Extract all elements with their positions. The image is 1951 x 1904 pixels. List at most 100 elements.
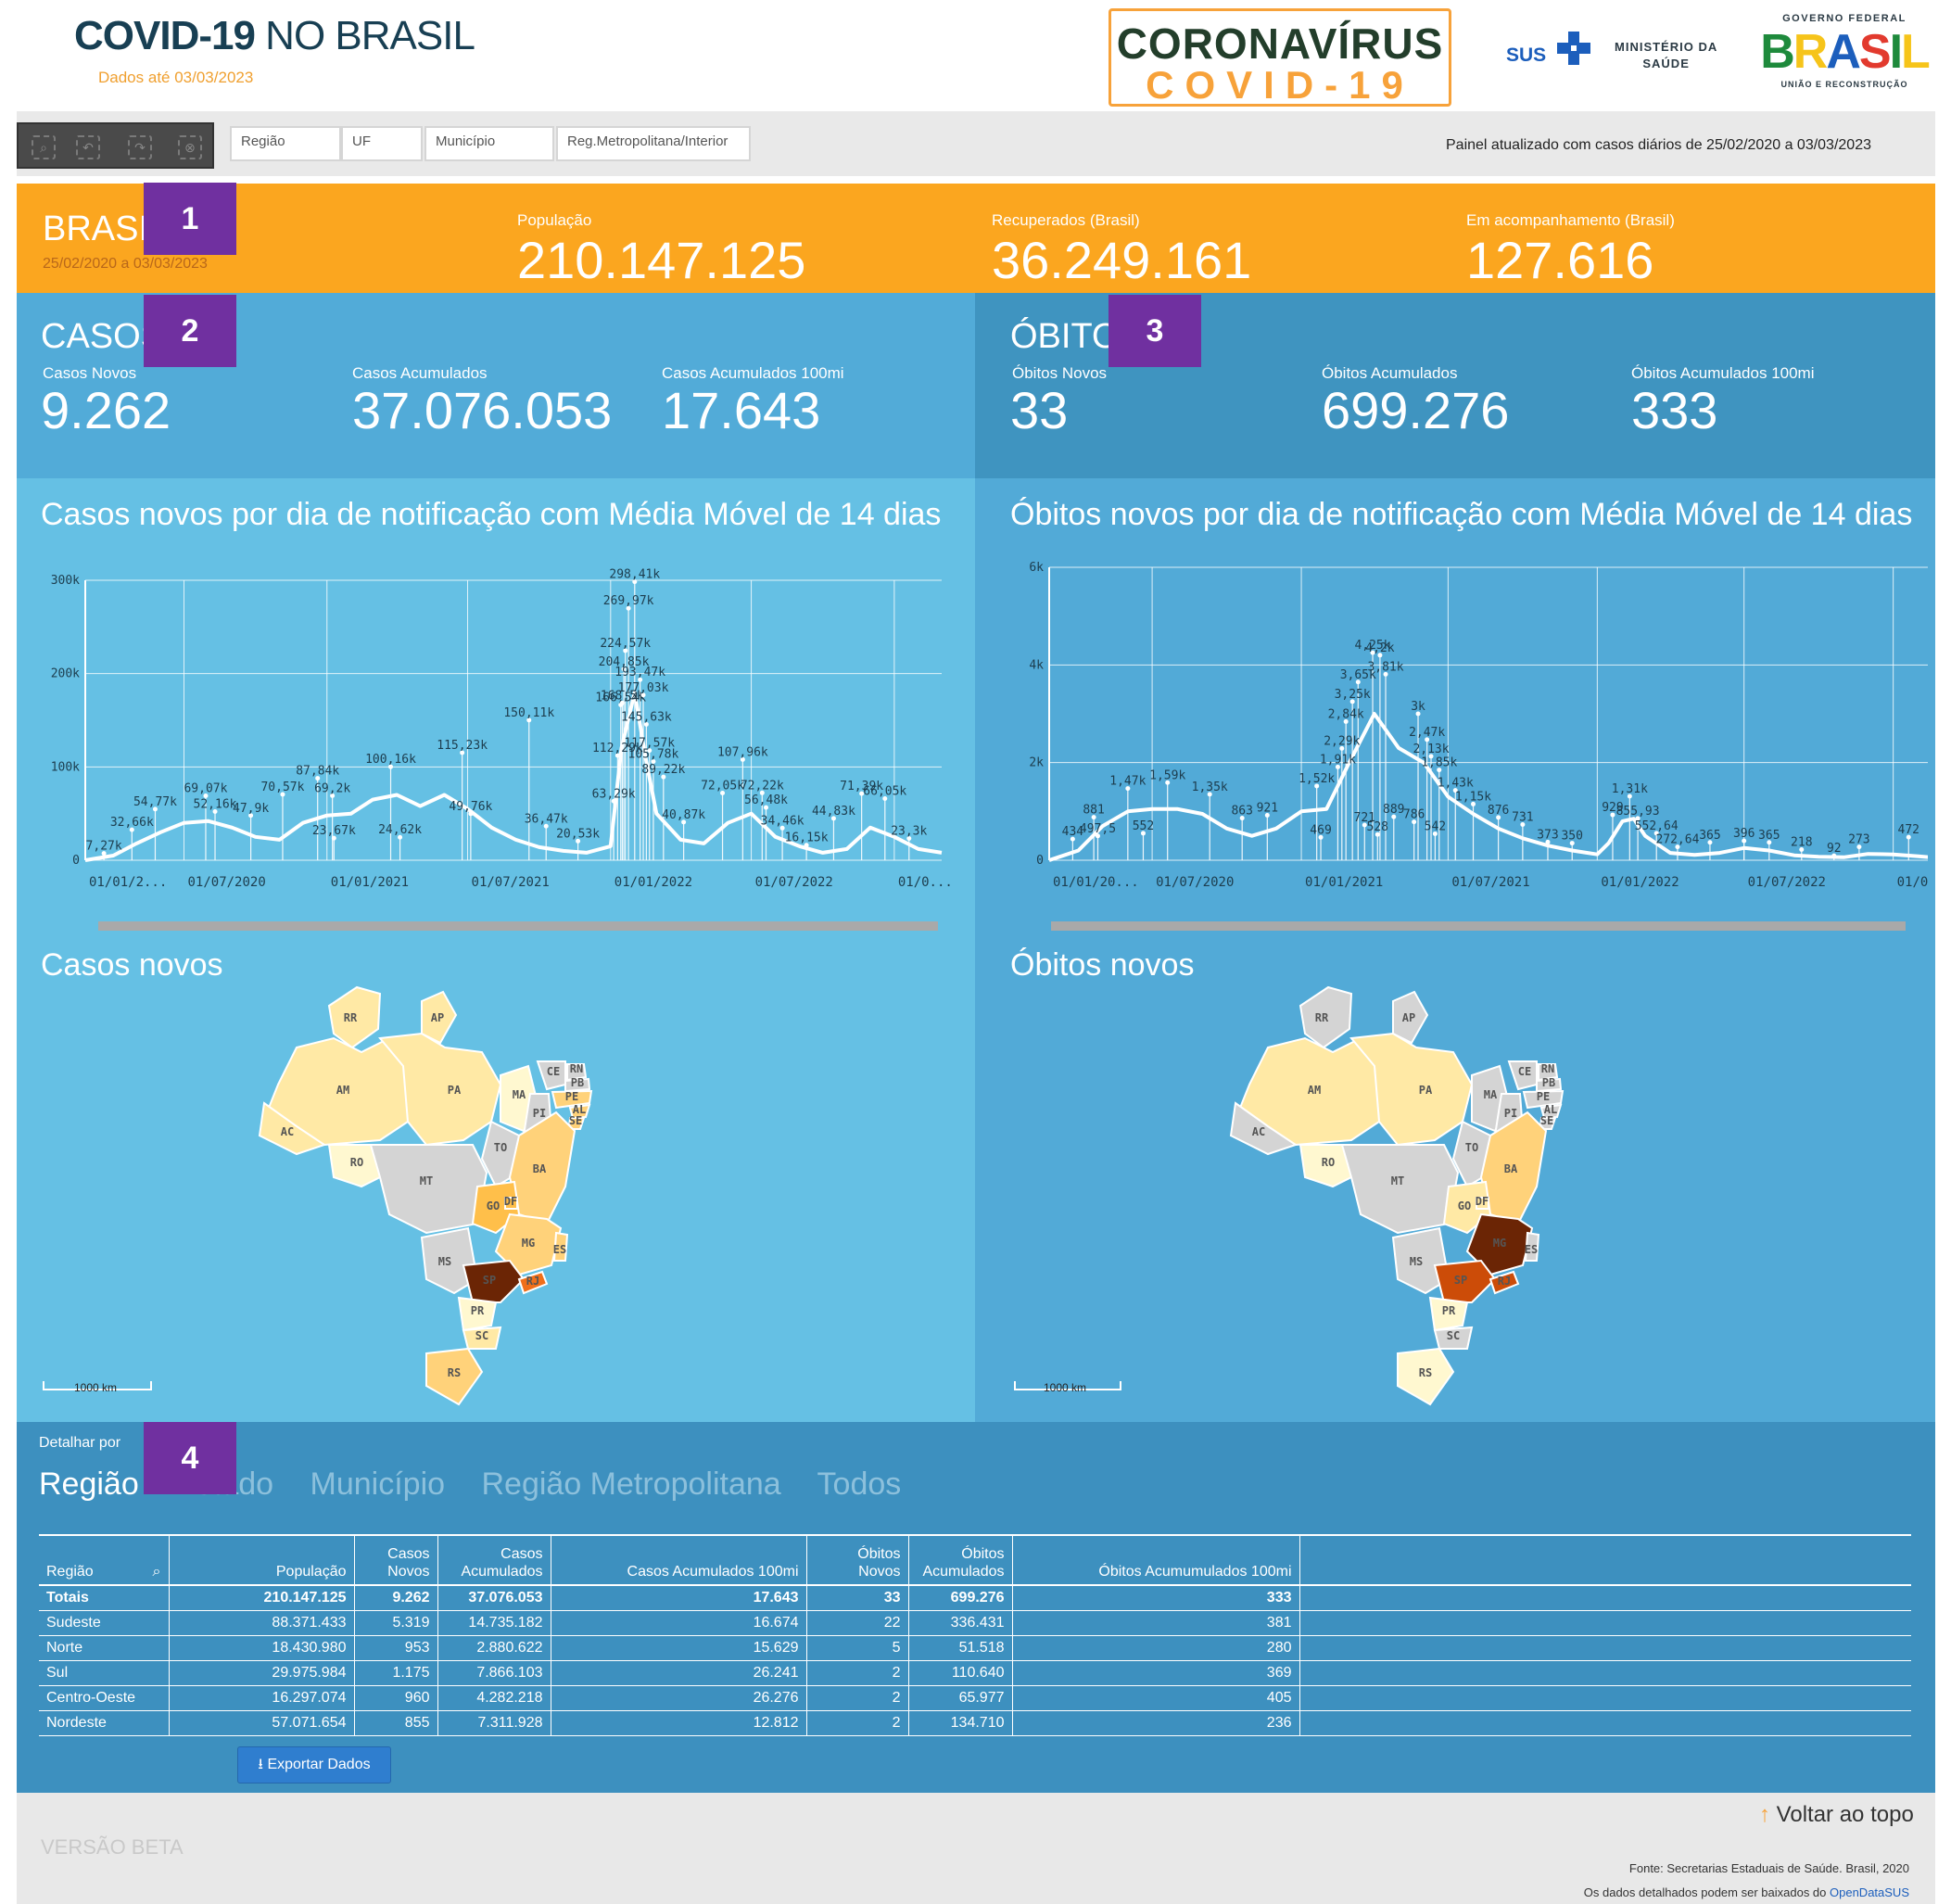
table-row[interactable]: Sul 29.975.984 1.175 7.866.103 26.241 2 110.64… — [39, 1660, 1911, 1686]
state-label-rr: RR — [344, 1011, 358, 1024]
tab-regiao[interactable]: Região — [39, 1466, 139, 1502]
opendatasus-link[interactable]: OpenDataSUS — [1830, 1885, 1909, 1899]
casos-novos-value: 9.262 — [41, 381, 171, 439]
state-label-mg: MG — [522, 1237, 535, 1250]
state-mt — [369, 1144, 488, 1235]
state-label-se: SE — [1540, 1114, 1553, 1127]
data-label: 365 — [1699, 829, 1720, 843]
casos-acum-value: 37.076.053 — [352, 381, 613, 439]
data-label: 72,05k — [701, 779, 744, 793]
y-tick-label: 4k — [1029, 658, 1044, 672]
badge-4: 4 — [144, 1422, 236, 1494]
x-tick-label: 01/07/2022 — [755, 875, 833, 890]
redo-icon[interactable]: ↷ — [128, 135, 152, 159]
col-casos-acumulados[interactable]: Casos Acumulados — [437, 1534, 551, 1586]
col-casos-novos[interactable]: Casos Novos — [354, 1534, 438, 1586]
table-cell: 15.629 — [551, 1635, 807, 1661]
filter-uf[interactable]: UF — [341, 126, 423, 161]
table-cell: 9.262 — [354, 1585, 438, 1611]
table-cell: 336.431 — [908, 1610, 1013, 1636]
state-label-pe: PE — [565, 1090, 578, 1103]
state-label-es: ES — [1525, 1243, 1538, 1256]
col-obitos-acum-100mi[interactable]: Óbitos Acumumulados 100mi — [1012, 1534, 1300, 1586]
data-label: 115,23k — [437, 739, 488, 753]
casos-line-chart[interactable]: 0 100k 200k 300k 01/01/2... 01/07/2020 01/01/2… — [37, 556, 964, 899]
table-cell: 960 — [354, 1685, 438, 1711]
filter-regiao[interactable]: Região — [230, 126, 341, 161]
state-label-ma: MA — [513, 1088, 526, 1101]
col-casos-acum-100mi[interactable]: Casos Acumulados 100mi — [551, 1534, 807, 1586]
table-cell: 12.812 — [551, 1710, 807, 1736]
state-label-go: GO — [487, 1200, 500, 1212]
tab-todos[interactable]: Todos — [817, 1466, 902, 1502]
table-row[interactable]: Sudeste 88.371.433 5.319 14.735.182 16.674 22… — [39, 1610, 1911, 1636]
col-obitos-acumulados[interactable]: Óbitos Acumulados — [908, 1534, 1013, 1586]
obitos-chart-title: Óbitos novos por dia de notificação com … — [1010, 497, 1913, 532]
data-label: 69,2k — [314, 781, 350, 795]
filter-reg-metropolitana[interactable]: Reg.Metropolitana/Interior — [556, 126, 751, 161]
detalhar-label: Detalhar por — [39, 1435, 121, 1451]
obitos-line-chart[interactable]: 0 2k 4k 6k 01/01/20... 01/07/2020 01/01/2021 01… — [1001, 556, 1928, 899]
data-label: 2,13k — [1413, 743, 1449, 756]
data-label: 881 — [1083, 804, 1104, 818]
table-cell-empty — [1299, 1710, 1911, 1736]
data-label: 44,83k — [812, 805, 855, 819]
selection-tools: ⌕ ↶ ↷ ⊗ — [17, 122, 214, 169]
table-cell: 65.977 — [908, 1685, 1013, 1711]
data-label: 876 — [1488, 804, 1509, 818]
data-label: 1,31k — [1612, 782, 1648, 796]
data-label: 218 — [1791, 836, 1812, 850]
table-cell: 14.735.182 — [437, 1610, 551, 1636]
data-label: 350 — [1561, 830, 1582, 844]
table-cell: 369 — [1012, 1660, 1300, 1686]
data-label: 497,5 — [1080, 822, 1116, 836]
x-tick-label: 01/07/2021 — [1451, 875, 1529, 890]
table-totals-row[interactable]: Totais 210.147.125 9.262 37.076.053 17.643 33… — [39, 1585, 1911, 1611]
table-cell: 381 — [1012, 1610, 1300, 1636]
badge-2: 2 — [144, 295, 236, 367]
casos-brazil-map[interactable]: RR APAM PA MACE RNPBPIPEALSEACROTOMTBAGO DFMG… — [241, 946, 686, 1409]
table-row[interactable]: Norte 18.430.980 953 2.880.622 15.629 5 51.518… — [39, 1635, 1911, 1661]
col-regiao[interactable]: Região ⌕ — [39, 1534, 170, 1586]
table-row[interactable]: Nordeste 57.071.654 855 7.311.928 12.812 2 134… — [39, 1710, 1911, 1736]
state-label-rr: RR — [1315, 1011, 1329, 1024]
voltar-ao-topo-link[interactable]: ↑ Voltar ao topo — [1759, 1802, 1914, 1828]
state-label-ma: MA — [1484, 1088, 1498, 1101]
table-cell: 7.866.103 — [437, 1660, 551, 1686]
table-cell: Totais — [39, 1585, 170, 1611]
obitos-chart-scrollbar[interactable] — [1051, 921, 1906, 931]
filter-municipio[interactable]: Município — [424, 126, 554, 161]
sus-cross-icon — [1557, 32, 1590, 65]
data-label: 731 — [1512, 811, 1533, 825]
recuperados-value: 36.249.161 — [992, 231, 1252, 289]
versao-beta: VERSÃO BETA — [41, 1835, 184, 1859]
table-row[interactable]: Centro-Oeste 16.297.074 960 4.282.218 26.276… — [39, 1685, 1911, 1711]
tab-regiao-metropolitana[interactable]: Região Metropolitana — [481, 1466, 780, 1502]
table-cell-empty — [1299, 1585, 1911, 1611]
x-tick-label: 01/01/2021 — [1305, 875, 1383, 890]
search-icon[interactable]: ⌕ — [153, 1563, 161, 1580]
casos-map-scale-label: 1000 km — [74, 1381, 118, 1394]
data-label: 47,9k — [233, 802, 269, 816]
download-icon: ⭳ — [258, 1757, 268, 1772]
export-button[interactable]: ⭳ Exportar Dados — [237, 1746, 391, 1783]
data-label: 92 — [1827, 842, 1842, 856]
tab-municipio[interactable]: Município — [310, 1466, 446, 1502]
casos-chart-scrollbar[interactable] — [98, 921, 938, 931]
data-label: 269,97k — [603, 594, 654, 608]
y-tick-label: 0 — [72, 854, 80, 868]
table-cell: 4.282.218 — [437, 1685, 551, 1711]
data-label: 32,66k — [110, 816, 154, 830]
undo-icon[interactable]: ↶ — [76, 135, 100, 159]
col-obitos-novos[interactable]: Óbitos Novos — [806, 1534, 909, 1586]
table-cell: 33 — [806, 1585, 909, 1611]
obitos-brazil-map[interactable]: RR APAM PA MACE RNPBPIPEALSEACROTOMTBAGO DFMG… — [1212, 946, 1657, 1409]
state-label-mt: MT — [1391, 1174, 1404, 1187]
data-label: 52,16k — [194, 797, 237, 811]
painel-updated-text: Painel atualizado com casos diários de 2… — [1446, 137, 1871, 153]
data-label: 105,78k — [628, 748, 679, 762]
table-cell: Sudeste — [39, 1610, 170, 1636]
clear-selection-icon[interactable]: ⊗ — [178, 135, 202, 159]
zoom-icon[interactable]: ⌕ — [32, 135, 56, 159]
col-populacao[interactable]: População — [169, 1534, 355, 1586]
